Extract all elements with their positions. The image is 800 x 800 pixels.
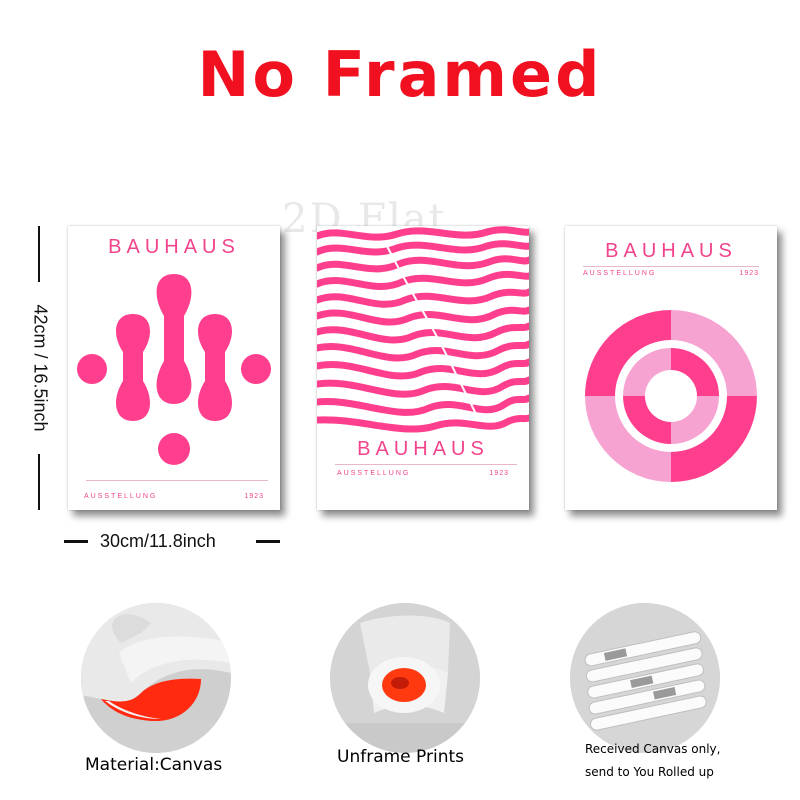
- width-marker-left: [64, 540, 88, 543]
- poster-bauhaus-target: BAUHAUS AUSSTELLUNG 1923: [565, 226, 777, 510]
- poster-3-title: BAUHAUS: [605, 240, 737, 262]
- caption-received-line-1: Received Canvas only,: [585, 742, 721, 756]
- caption-received-line-2: send to You Rolled up: [585, 765, 714, 779]
- headline: No Framed: [197, 38, 603, 111]
- poster-1-year: 1923: [244, 493, 264, 500]
- height-marker-bottom: [38, 454, 40, 510]
- poster-bauhaus-dots: BAUHAUS AUSSTELLUNG 1923: [68, 226, 280, 510]
- poster-2-artwork: [317, 226, 529, 433]
- height-marker-top: [38, 226, 40, 282]
- poster-bauhaus-waves: BAUHAUS AUSSTELLUNG 1923: [317, 226, 529, 510]
- poster-2-title: BAUHAUS: [357, 438, 489, 460]
- poster-2-rule: [335, 464, 517, 465]
- poster-3-year: 1923: [739, 270, 759, 277]
- poster-1-subtitle: AUSSTELLUNG: [84, 493, 158, 500]
- poster-3-subtitle: AUSSTELLUNG: [583, 270, 657, 277]
- caption-unframed: Unframe Prints: [337, 747, 464, 767]
- poster-2-subtitle: AUSSTELLUNG: [337, 470, 411, 477]
- poster-1-artwork: [77, 274, 271, 465]
- rolled-tubes-photo: [570, 603, 720, 753]
- poster-1-title: BAUHAUS: [108, 236, 240, 258]
- poster-3-rule: [583, 266, 759, 267]
- height-label: 42cm / 16.5inch: [30, 304, 51, 432]
- canvas-material-photo: [81, 603, 231, 753]
- caption-material: Material:Canvas: [85, 755, 223, 775]
- poster-2-year: 1923: [489, 470, 509, 477]
- width-label: 30cm/11.8inch: [100, 531, 216, 551]
- poster-1-rule: [86, 480, 268, 481]
- width-marker-right: [256, 540, 280, 543]
- poster-3-artwork: [585, 310, 757, 482]
- canvas-roll-photo: [330, 603, 480, 753]
